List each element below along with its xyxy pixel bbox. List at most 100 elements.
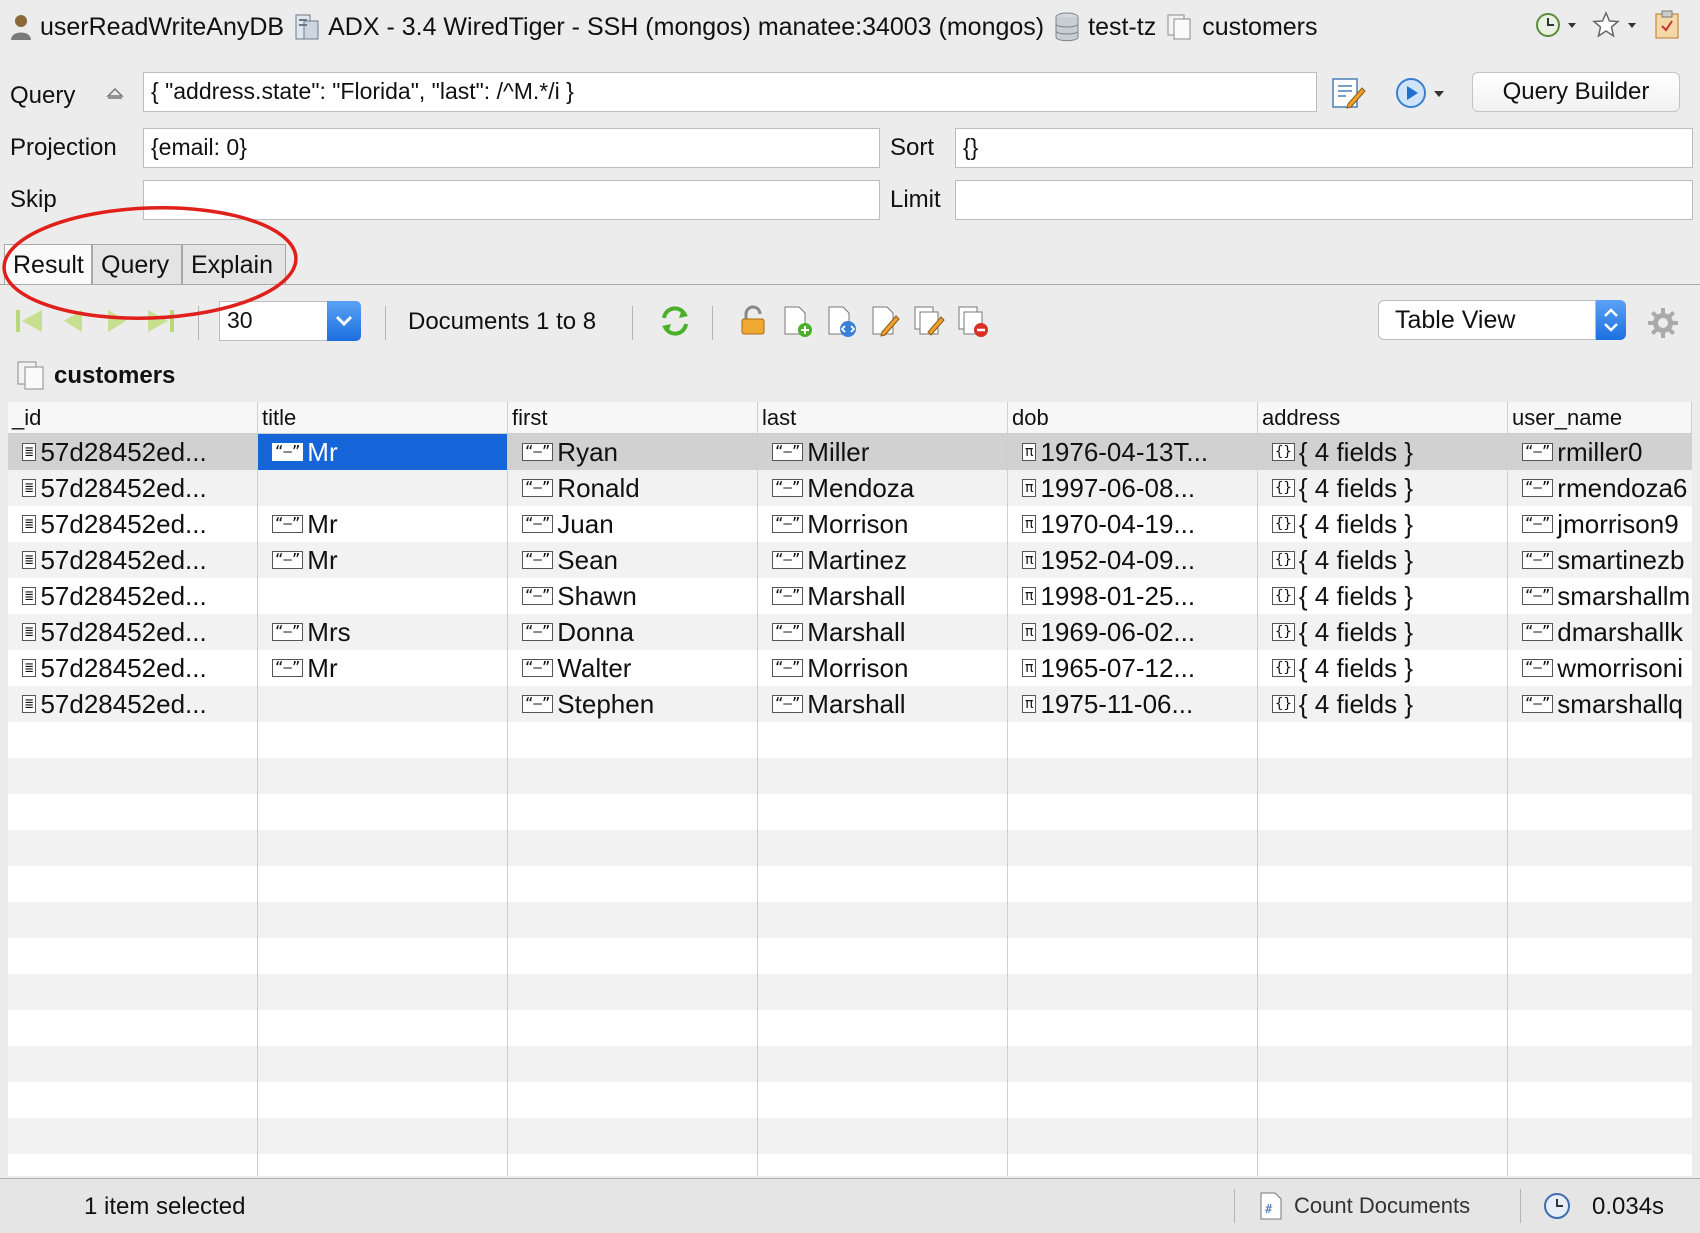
cell-last[interactable]: “–” Mendoza	[758, 470, 1008, 506]
cell--id[interactable]: ≣ 57d28452ed...	[8, 470, 258, 506]
cell-user-name[interactable]: “–” smartinezb	[1508, 542, 1692, 578]
cell-dob[interactable]: π 1965-07-12...	[1008, 650, 1258, 686]
cell-dob[interactable]: π 1952-04-09...	[1008, 542, 1258, 578]
cell-title[interactable]: “–” Mr	[258, 542, 508, 578]
cell-dob[interactable]: π 1969-06-02...	[1008, 614, 1258, 650]
view-mode-select[interactable]: Table View	[1378, 300, 1596, 340]
column-header-address[interactable]: address	[1258, 402, 1508, 434]
cell-value: rmiller0	[1557, 437, 1643, 467]
cell-first[interactable]: “–” Ryan	[508, 434, 758, 470]
cell--id[interactable]: ≣ 57d28452ed...	[8, 578, 258, 614]
cell-dob[interactable]: π 1970-04-19...	[1008, 506, 1258, 542]
cell-address[interactable]: {}{ 4 fields }	[1258, 506, 1508, 542]
column-header--id[interactable]: _id	[8, 402, 258, 434]
column-header-first[interactable]: first	[508, 402, 758, 434]
view-mode-stepper[interactable]	[1596, 300, 1626, 340]
cell--id[interactable]: ≣ 57d28452ed...	[8, 650, 258, 686]
cell-last[interactable]: “–” Marshall	[758, 614, 1008, 650]
cell--id[interactable]: ≣ 57d28452ed...	[8, 686, 258, 722]
breadcrumb-database[interactable]: test-tz	[1054, 12, 1156, 42]
limit-input[interactable]	[955, 180, 1693, 220]
history-icon[interactable]	[1534, 11, 1578, 45]
cell-address[interactable]: {}{ 4 fields }	[1258, 434, 1508, 470]
query-input[interactable]: { "address.state": "Florida", "last": /^…	[143, 72, 1317, 112]
cell-first[interactable]: “–” Shawn	[508, 578, 758, 614]
cell-dob[interactable]: π 1997-06-08...	[1008, 470, 1258, 506]
cell-user-name[interactable]: “–” dmarshallk	[1508, 614, 1692, 650]
edit-query-icon[interactable]	[1330, 74, 1366, 115]
breadcrumb-collection[interactable]: customers	[1166, 13, 1318, 42]
settings-gear-icon[interactable]	[1646, 306, 1680, 340]
cell-user-name[interactable]: “–” smarshallm	[1508, 578, 1692, 614]
edit-document-icon[interactable]	[868, 304, 902, 338]
table-row[interactable]: ≣ 57d28452ed... “–” Mr “–” Juan “–” Morrison π 19…	[8, 506, 1692, 542]
cell-title[interactable]: “–” Mr	[258, 650, 508, 686]
edit-multiple-documents-icon[interactable]	[912, 304, 946, 338]
collapse-arrow-icon[interactable]	[106, 86, 124, 105]
count-documents-icon[interactable]: #	[1258, 1191, 1284, 1226]
cell-title[interactable]: “–” Mr	[258, 434, 508, 470]
cell-first[interactable]: “–” Walter	[508, 650, 758, 686]
cell-user-name[interactable]: “–” jmorrison9	[1508, 506, 1692, 542]
cell-title[interactable]	[258, 470, 508, 506]
count-documents-button[interactable]: Count Documents	[1294, 1193, 1470, 1219]
cell-last[interactable]: “–” Martinez	[758, 542, 1008, 578]
table-row[interactable]: ≣ 57d28452ed... “–” Mr “–” Ryan “–” Miller π 1976…	[8, 434, 1692, 470]
document-code-icon[interactable]	[824, 304, 858, 338]
cell-last[interactable]: “–” Marshall	[758, 686, 1008, 722]
cell-last[interactable]: “–” Marshall	[758, 578, 1008, 614]
cell-user-name[interactable]: “–” rmiller0	[1508, 434, 1692, 470]
cell-first[interactable]: “–” Donna	[508, 614, 758, 650]
cell-dob[interactable]: π 1976-04-13T...	[1008, 434, 1258, 470]
cell-address[interactable]: {}{ 4 fields }	[1258, 470, 1508, 506]
clipboard-icon[interactable]	[1654, 10, 1680, 46]
cell--id[interactable]: ≣ 57d28452ed...	[8, 506, 258, 542]
add-document-icon[interactable]	[780, 304, 814, 338]
sort-input[interactable]: {}	[955, 128, 1693, 168]
table-row[interactable]: ≣ 57d28452ed... “–” Mrs “–” Donna “–” Marshall π…	[8, 614, 1692, 650]
column-header-user-name[interactable]: user_name	[1508, 402, 1692, 434]
cell-address[interactable]: {}{ 4 fields }	[1258, 614, 1508, 650]
breadcrumb-user[interactable]: userReadWriteAnyDB	[10, 13, 284, 42]
table-row[interactable]: ≣ 57d28452ed... “–” Stephen “–” Marshall π 1975…	[8, 686, 1692, 722]
column-header-dob[interactable]: dob	[1008, 402, 1258, 434]
breadcrumb-server[interactable]: ADX - 3.4 WiredTiger - SSH (mongos) mana…	[294, 13, 1044, 42]
delete-documents-icon[interactable]	[956, 304, 990, 338]
table-row[interactable]: ≣ 57d28452ed... “–” Ronald “–” Mendoza π 1997-0…	[8, 470, 1692, 506]
projection-input[interactable]: {email: 0}	[143, 128, 880, 168]
cell-address[interactable]: {}{ 4 fields }	[1258, 578, 1508, 614]
table-row[interactable]: ≣ 57d28452ed... “–” Shawn “–” Marshall π 1998-0…	[8, 578, 1692, 614]
cell-user-name[interactable]: “–” rmendoza6	[1508, 470, 1692, 506]
cell-first[interactable]: “–” Sean	[508, 542, 758, 578]
refresh-icon[interactable]	[658, 304, 692, 338]
cell-last[interactable]: “–” Miller	[758, 434, 1008, 470]
column-header-last[interactable]: last	[758, 402, 1008, 434]
column-header-title[interactable]: title	[258, 402, 508, 434]
cell-address[interactable]: {}{ 4 fields }	[1258, 686, 1508, 722]
cell-title[interactable]: “–” Mrs	[258, 614, 508, 650]
cell--id[interactable]: ≣ 57d28452ed...	[8, 434, 258, 470]
cell-title[interactable]	[258, 578, 508, 614]
table-row[interactable]: ≣ 57d28452ed... “–” Mr “–” Sean “–” Martinez π 19…	[8, 542, 1692, 578]
cell-dob[interactable]: π 1998-01-25...	[1008, 578, 1258, 614]
cell-last[interactable]: “–” Morrison	[758, 506, 1008, 542]
cell--id[interactable]: ≣ 57d28452ed...	[8, 614, 258, 650]
cell-title[interactable]: “–” Mr	[258, 506, 508, 542]
cell-first[interactable]: “–” Stephen	[508, 686, 758, 722]
cell-address[interactable]: {}{ 4 fields }	[1258, 650, 1508, 686]
cell-user-name[interactable]: “–” wmorrisoni	[1508, 650, 1692, 686]
favorite-star-icon[interactable]	[1592, 11, 1640, 45]
cell-first[interactable]: “–” Ronald	[508, 470, 758, 506]
lock-icon[interactable]	[736, 304, 770, 338]
cell-dob[interactable]: π 1975-11-06...	[1008, 686, 1258, 722]
cell-address[interactable]: {}{ 4 fields }	[1258, 542, 1508, 578]
run-query-icon[interactable]	[1394, 76, 1448, 115]
query-builder-button[interactable]: Query Builder	[1472, 72, 1680, 112]
cell-last[interactable]: “–” Morrison	[758, 650, 1008, 686]
cell-first[interactable]: “–” Juan	[508, 506, 758, 542]
cell--id[interactable]: ≣ 57d28452ed...	[8, 542, 258, 578]
table-row[interactable]: ≣ 57d28452ed... “–” Mr “–” Walter “–” Morrison π…	[8, 650, 1692, 686]
page-size-dropdown-button[interactable]	[327, 301, 361, 341]
cell-user-name[interactable]: “–” smarshallq	[1508, 686, 1692, 722]
cell-title[interactable]	[258, 686, 508, 722]
